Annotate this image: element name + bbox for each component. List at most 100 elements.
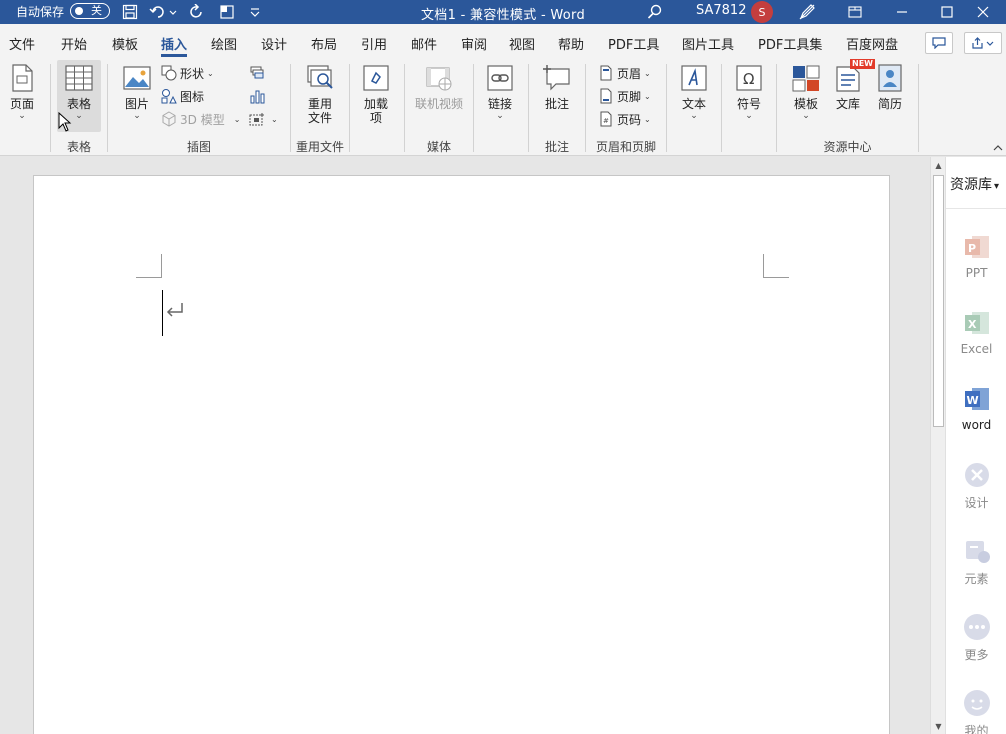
tab-home[interactable]: 开始 (61, 34, 87, 53)
tab-pdf-tools[interactable]: PDF工具 (608, 34, 659, 53)
header-button[interactable]: 页眉 ⌄ (598, 62, 651, 84)
chevron-down-icon: ⌄ (745, 111, 753, 121)
smartart-icon (249, 65, 265, 81)
comment-icon (541, 62, 573, 94)
symbol-button[interactable]: Ω 符号 ⌄ (728, 62, 770, 121)
avatar[interactable]: S (751, 1, 773, 23)
tab-review[interactable]: 审阅 (461, 34, 487, 53)
text-cursor (162, 290, 163, 336)
page-button[interactable]: 页面 ⌄ (1, 62, 43, 121)
pen-icon[interactable] (797, 2, 817, 22)
text-button[interactable]: 文本 ⌄ (673, 62, 715, 121)
3d-model-label: 3D 模型 (180, 112, 225, 127)
chevron-down-icon: ⌄ (207, 68, 214, 78)
link-icon (484, 62, 516, 94)
link-button[interactable]: 链接 ⌄ (479, 62, 521, 121)
picture-button[interactable]: 图片 ⌄ (116, 62, 158, 121)
group-label-media: 媒体 (426, 140, 451, 154)
tab-references[interactable]: 引用 (361, 34, 387, 53)
header-icon (598, 65, 614, 81)
library-icon: NEW (832, 59, 875, 94)
chevron-down-icon: ⌄ (496, 111, 504, 121)
group-label-reuse: 重用文件 (295, 140, 344, 154)
page-number-button[interactable]: # 页码 ⌄ (598, 108, 651, 130)
margin-mark-top-right (763, 254, 789, 278)
chevron-down-icon: ⌄ (133, 111, 141, 121)
resume-icon (874, 62, 906, 94)
comment-button[interactable]: 批注 (536, 62, 578, 111)
close-icon[interactable] (960, 0, 1006, 24)
tab-draw[interactable]: 绘图 (211, 34, 237, 53)
icons-button[interactable]: 图标 (161, 85, 204, 107)
chart-icon (249, 88, 265, 104)
tab-pdf-toolset[interactable]: PDF工具集 (758, 34, 822, 53)
picture-label: 图片 (124, 97, 149, 111)
screenshot-button[interactable]: ⌄ (249, 108, 278, 130)
element-icon (962, 536, 992, 566)
minimize-icon[interactable] (879, 0, 925, 24)
symbol-label: 符号 (736, 97, 761, 111)
collapse-ribbon-icon[interactable] (993, 142, 1003, 152)
screenshot-icon (249, 111, 265, 127)
vertical-scrollbar[interactable]: ▲ ▼ (930, 157, 945, 734)
sidepanel-item-more[interactable]: 更多 (946, 612, 1006, 663)
tab-design[interactable]: 设计 (261, 34, 287, 53)
icons-label: 图标 (180, 89, 205, 104)
separator (918, 64, 919, 152)
tab-insert[interactable]: 插入 (161, 34, 188, 57)
picture-icon (121, 62, 153, 94)
footer-icon (598, 88, 614, 104)
ribbon-tabs: 文件 开始 模板 插入 绘图 设计 布局 引用 邮件 审阅 视图 帮助 PDF工… (0, 24, 1006, 58)
chevron-down-icon: ⌄ (233, 114, 241, 124)
share-button[interactable] (964, 32, 1002, 54)
document-page[interactable] (33, 175, 890, 734)
library-button[interactable]: NEW 文库 (827, 59, 875, 111)
sidepanel-label: 我的 (964, 724, 989, 734)
reuse-files-button[interactable]: 重用 文件 (299, 62, 341, 125)
user-name[interactable]: SA7812 (696, 3, 746, 18)
addins-label-1: 加载 (363, 97, 388, 111)
tab-help[interactable]: 帮助 (558, 34, 584, 53)
resource-panel-header[interactable]: 资源库 ▾ (950, 174, 999, 194)
tab-layout[interactable]: 布局 (311, 34, 337, 53)
online-video-label: 联机视频 (414, 97, 463, 111)
sidepanel-item-ppt[interactable]: P PPT (946, 232, 1006, 280)
sidepanel-label: 元素 (964, 572, 989, 586)
chart-button[interactable] (249, 85, 268, 107)
page-number-icon: # (598, 111, 614, 127)
tab-template[interactable]: 模板 (112, 34, 138, 53)
shapes-button[interactable]: 形状 ⌄ (161, 62, 214, 84)
tab-mailings[interactable]: 邮件 (411, 34, 437, 53)
resume-button[interactable]: 简历 (869, 62, 911, 111)
smartart-button[interactable] (249, 62, 268, 84)
search-icon[interactable] (645, 2, 665, 22)
tab-baidu-netdisk[interactable]: 百度网盘 (846, 34, 898, 53)
omega-icon: Ω (733, 62, 765, 94)
template-button[interactable]: 模板 ⌄ (785, 62, 827, 121)
tab-picture-tools[interactable]: 图片工具 (682, 34, 734, 53)
tab-view[interactable]: 视图 (509, 34, 535, 53)
sidepanel-item-element[interactable]: 元素 (946, 536, 1006, 587)
addins-button[interactable]: 加载 项 (355, 62, 397, 125)
group-label-comments: 批注 (544, 140, 569, 154)
scroll-up-icon[interactable]: ▲ (933, 160, 944, 171)
sidepanel-item-design[interactable]: 设计 (946, 460, 1006, 511)
tab-file[interactable]: 文件 (9, 34, 35, 53)
margin-mark-top-left (136, 254, 162, 278)
comments-button[interactable] (925, 32, 953, 54)
sidepanel-item-mine[interactable]: 我的 (946, 688, 1006, 734)
scroll-down-icon[interactable]: ▼ (933, 721, 944, 732)
online-video-button[interactable]: 联机视频 (412, 62, 466, 111)
footer-button[interactable]: 页脚 ⌄ (598, 85, 651, 107)
table-icon (63, 62, 95, 94)
sidepanel-item-word[interactable]: W word (946, 384, 1006, 432)
reuse-files-label-1: 重用 (307, 97, 332, 111)
table-label: 表格 (66, 97, 91, 111)
more-icon (962, 612, 992, 642)
ribbon-display-icon[interactable] (832, 0, 878, 24)
scroll-thumb[interactable] (933, 175, 944, 427)
shapes-icon (161, 65, 177, 81)
separator (473, 64, 474, 152)
3d-model-button[interactable]: 3D 模型 ⌄ (161, 108, 240, 130)
sidepanel-item-excel[interactable]: X Excel (946, 308, 1006, 356)
